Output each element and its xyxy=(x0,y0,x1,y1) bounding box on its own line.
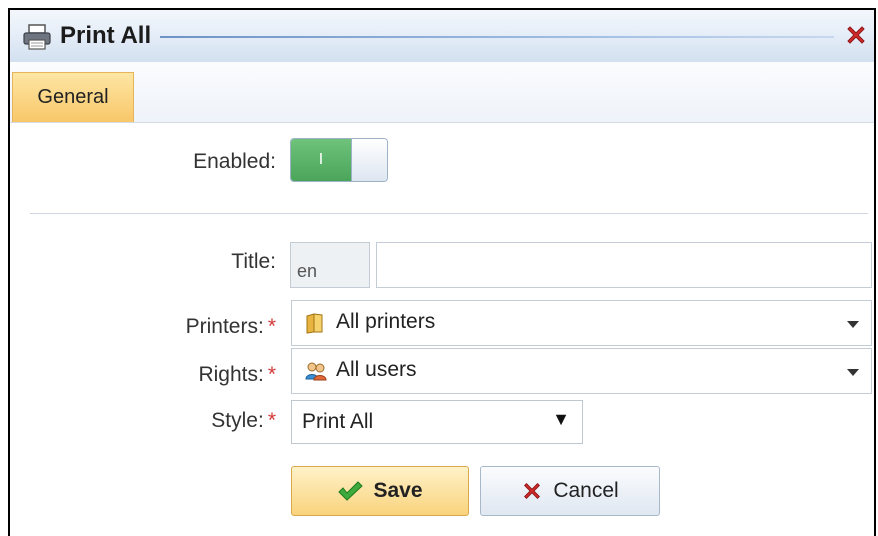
folder-icon xyxy=(306,313,323,334)
toggle-knob xyxy=(351,139,387,181)
style-label: Style: * xyxy=(211,409,276,432)
close-icon[interactable] xyxy=(844,23,868,47)
printers-select[interactable]: All printers xyxy=(291,300,872,346)
chevron-down-icon xyxy=(847,321,859,328)
divider xyxy=(30,213,868,214)
title-bar: Print All xyxy=(10,10,874,63)
dropdown-arrow-icon: ▼ xyxy=(552,409,570,429)
required-marker: * xyxy=(267,363,276,386)
dialog-title: Print All xyxy=(60,22,152,49)
users-icon xyxy=(305,362,327,381)
save-button-label: Save xyxy=(373,479,423,502)
x-icon xyxy=(524,483,541,499)
chevron-down-icon xyxy=(847,369,859,376)
title-label: Title: xyxy=(231,250,276,273)
tab-bar: General xyxy=(10,62,874,123)
cancel-button[interactable]: Cancel xyxy=(480,466,660,516)
enabled-label: Enabled: xyxy=(193,150,276,173)
tab-general[interactable]: General xyxy=(12,72,134,122)
required-marker: * xyxy=(267,315,276,338)
enabled-toggle[interactable]: I xyxy=(290,138,388,182)
toggle-on-indicator: I xyxy=(291,139,351,181)
title-decoration-line xyxy=(160,36,834,38)
printer-icon xyxy=(23,24,51,50)
rights-select[interactable]: All users xyxy=(291,348,872,394)
rights-value: All users xyxy=(336,358,417,381)
style-select[interactable]: Print All ▼ xyxy=(291,400,583,444)
rights-label: Rights: * xyxy=(198,363,276,386)
save-button[interactable]: Save xyxy=(291,466,469,516)
printers-value: All printers xyxy=(336,310,436,333)
checkmark-icon xyxy=(338,481,364,501)
cancel-button-label: Cancel xyxy=(553,479,619,502)
style-value: Print All xyxy=(302,410,374,433)
printers-label: Printers: * xyxy=(185,315,276,338)
required-marker: * xyxy=(267,409,276,432)
title-input[interactable] xyxy=(376,242,872,288)
language-badge: en xyxy=(290,242,370,288)
print-all-dialog: Print All General Enabled: I Title: en P… xyxy=(8,8,876,536)
